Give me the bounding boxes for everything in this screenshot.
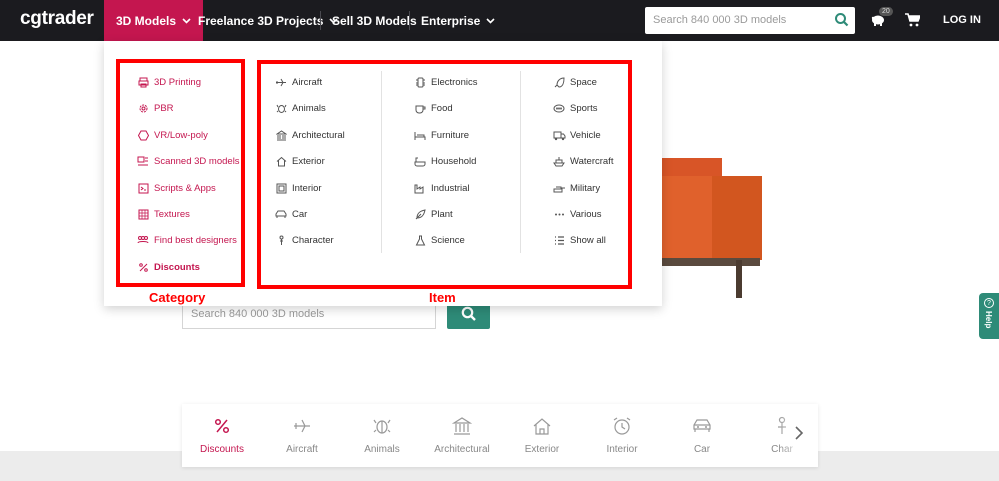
search-icon — [461, 306, 476, 321]
nav-enterprise[interactable]: Enterprise — [409, 0, 507, 41]
animal-icon — [372, 416, 392, 441]
chevron-right-icon[interactable] — [794, 426, 804, 444]
carousel-label: Discounts — [200, 444, 244, 455]
carousel-item-interior[interactable]: Interior — [582, 404, 662, 467]
search-icon[interactable] — [834, 12, 849, 32]
house-icon — [532, 416, 552, 441]
item-highlight-box — [257, 60, 632, 289]
category-carousel: Discounts Aircraft Animals Architectural… — [182, 404, 818, 467]
notification-badge: 20 — [879, 7, 893, 16]
carousel-label: Car — [693, 444, 711, 455]
help-label: Help — [984, 311, 993, 329]
alarm-clock-icon — [612, 416, 632, 441]
help-tab[interactable]: ? Help — [979, 293, 999, 339]
carousel-item-discounts[interactable]: Discounts — [182, 404, 262, 467]
nav-freelance-label: Freelance 3D Projects — [198, 13, 324, 28]
nav-search-placeholder: Search 840 000 3D models — [653, 14, 787, 26]
nav-3d-models-label: 3D Models — [116, 13, 177, 28]
percent-icon — [212, 416, 232, 441]
carousel-label: Interior — [606, 444, 638, 455]
help-icon: ? — [984, 298, 994, 308]
item-annotation-label: Item — [429, 290, 456, 305]
category-annotation-label: Category — [149, 290, 206, 305]
car-icon — [692, 416, 712, 441]
carousel-label: Animals — [364, 444, 400, 455]
login-link[interactable]: LOG IN — [943, 14, 981, 26]
carousel-label: Architectural — [434, 444, 490, 455]
category-highlight-box — [116, 59, 245, 287]
nav-enterprise-label: Enterprise — [421, 13, 481, 28]
hero-search-placeholder: Search 840 000 3D models — [191, 308, 325, 320]
top-navbar: cgtrader 3D Models Freelance 3D Projects… — [0, 0, 999, 47]
carousel-label: Aircraft — [286, 444, 318, 455]
sofa-image — [662, 158, 762, 298]
carousel-item-exterior[interactable]: Exterior — [502, 404, 582, 467]
building-icon — [451, 416, 473, 441]
airplane-icon — [292, 416, 312, 441]
carousel-item-car[interactable]: Car — [662, 404, 742, 467]
carousel-label: Exterior — [524, 444, 560, 455]
nav-search-input[interactable]: Search 840 000 3D models — [645, 7, 855, 34]
logo[interactable]: cgtrader — [20, 8, 94, 30]
carousel-item-animals[interactable]: Animals — [342, 404, 422, 467]
nav-sell-label: Sell 3D Models — [332, 13, 417, 28]
cart-icon[interactable] — [905, 13, 922, 32]
carousel-item-aircraft[interactable]: Aircraft — [262, 404, 342, 467]
carousel-item-architectural[interactable]: Architectural — [422, 404, 502, 467]
chevron-down-icon — [486, 16, 495, 26]
